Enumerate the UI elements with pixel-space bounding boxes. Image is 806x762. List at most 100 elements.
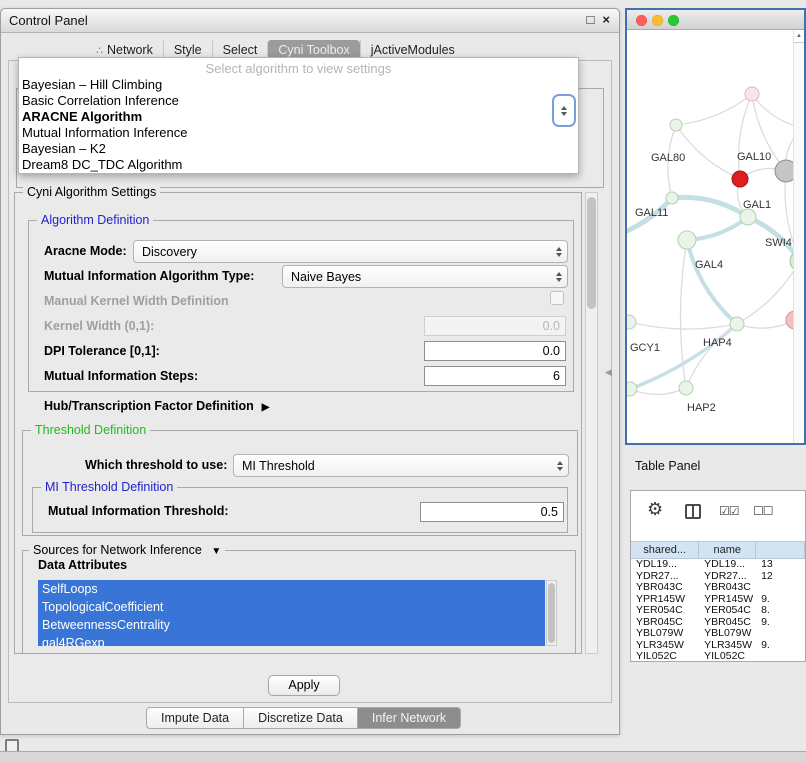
- which-threshold-select[interactable]: MI Threshold: [233, 454, 569, 477]
- network-node[interactable]: [730, 317, 744, 331]
- sources-expander[interactable]: Sources for Network Inference ▼: [29, 543, 225, 557]
- mi-steps-field[interactable]: 6: [424, 366, 566, 386]
- column-header[interactable]: name: [699, 542, 756, 558]
- gear-icon[interactable]: ⚙: [647, 499, 663, 520]
- network-node[interactable]: [679, 381, 693, 395]
- attribute-item[interactable]: TopologicalCoefficient: [38, 598, 545, 616]
- mi-type-label: Mutual Information Algorithm Type:: [44, 269, 254, 283]
- dpi-tolerance-label: DPI Tolerance [0,1]:: [44, 344, 160, 358]
- table-cell: YBR043C: [631, 582, 699, 594]
- network-node[interactable]: [740, 209, 756, 225]
- algorithm-option[interactable]: Mutual Information Inference: [19, 125, 578, 141]
- algorithm-option[interactable]: ARACNE Algorithm: [19, 109, 578, 125]
- mi-threshold-field[interactable]: 0.5: [420, 502, 564, 522]
- table-row[interactable]: YDL19...YDL19...13: [631, 559, 805, 571]
- network-canvas[interactable]: GAL80GAL10GAL11GAL1SWI4GAL4GCY1HAP4HAP2G…: [627, 30, 804, 443]
- algorithm-combo-button[interactable]: [552, 94, 576, 127]
- hub-definition-expander[interactable]: Hub/Transcription Factor Definition▶: [44, 399, 269, 413]
- close-window-icon[interactable]: ×: [602, 12, 610, 27]
- network-node[interactable]: [678, 231, 696, 249]
- combo-arrows-icon: [561, 106, 567, 110]
- table-row[interactable]: YLR345WYLR345W9.: [631, 640, 805, 652]
- network-edge[interactable]: [687, 240, 737, 324]
- network-node[interactable]: [670, 119, 682, 131]
- network-edge[interactable]: [630, 388, 686, 395]
- algorithm-option[interactable]: Bayesian – K2: [19, 141, 578, 157]
- network-edge[interactable]: [672, 197, 748, 217]
- algorithm-option[interactable]: Bayesian – Hill Climbing: [19, 77, 578, 93]
- deselect-all-columns-icon[interactable]: ☐☐: [753, 504, 773, 518]
- column-header[interactable]: shared...: [631, 542, 699, 558]
- attribute-item[interactable]: SelfLoops: [38, 580, 545, 598]
- close-traffic-light[interactable]: [636, 15, 647, 26]
- network-scrollbar[interactable]: ▲: [793, 30, 804, 443]
- table-body: YDL19...YDL19...13YDR27...YDR27...12YBR0…: [631, 559, 805, 661]
- manual-kernel-width-checkbox[interactable]: [550, 291, 564, 305]
- table-panel-title: Table Panel: [635, 459, 700, 473]
- attributes-scrollbar[interactable]: [546, 580, 557, 646]
- algorithm-option[interactable]: Dream8 DC_TDC Algorithm: [19, 157, 578, 173]
- bottom-tab-discretize-data[interactable]: Discretize Data: [244, 707, 358, 729]
- network-node[interactable]: [627, 315, 636, 329]
- dpi-tolerance-field[interactable]: 0.0: [424, 341, 566, 361]
- data-attributes-label: Data Attributes: [38, 558, 127, 572]
- network-node[interactable]: [666, 192, 678, 204]
- attribute-item[interactable]: gal4RGexp: [38, 634, 545, 646]
- network-graph[interactable]: GAL80GAL10GAL11GAL1SWI4GAL4GCY1HAP4HAP2G…: [627, 30, 804, 443]
- algorithm-option[interactable]: Basic Correlation Inference: [19, 93, 578, 109]
- bottom-tab-infer-network[interactable]: Infer Network: [358, 707, 461, 729]
- node-label: GAL11: [635, 207, 668, 219]
- data-attributes-list[interactable]: SelfLoopsTopologicalCoefficientBetweenne…: [38, 580, 545, 646]
- kernel-width-field[interactable]: 0.0: [424, 316, 566, 336]
- column-header[interactable]: [756, 542, 805, 558]
- select-all-columns-icon[interactable]: ☑☑: [719, 504, 739, 518]
- minimize-traffic-light[interactable]: [652, 15, 663, 26]
- table-cell: YBL079W: [631, 628, 699, 640]
- mi-algorithm-type-select[interactable]: Naive Bayes: [282, 265, 568, 288]
- columns-icon[interactable]: [685, 504, 701, 519]
- manual-kernel-width-label: Manual Kernel Width Definition: [44, 294, 229, 308]
- table-row[interactable]: YDR27...YDR27...12: [631, 571, 805, 583]
- table-row[interactable]: YIL052CYIL052C: [631, 651, 805, 662]
- table-cell: YDL19...: [699, 559, 756, 571]
- network-edge[interactable]: [630, 324, 737, 389]
- mi-threshold-label: Mutual Information Threshold:: [48, 504, 229, 518]
- node-label: HAP2: [687, 402, 716, 414]
- float-window-icon[interactable]: □: [587, 12, 595, 27]
- settings-scrollbar[interactable]: [585, 192, 598, 654]
- table-cell: YIL052C: [699, 651, 756, 662]
- network-node[interactable]: [745, 87, 759, 101]
- expand-right-icon: ▶: [262, 402, 270, 413]
- network-edge[interactable]: [739, 94, 752, 179]
- attribute-item[interactable]: BetweennessCentrality: [38, 616, 545, 634]
- scrollbar-thumb[interactable]: [548, 583, 555, 643]
- table-cell: YIL052C: [631, 651, 699, 662]
- table-row[interactable]: YBR043CYBR043C: [631, 582, 805, 594]
- network-window-titlebar[interactable]: [627, 10, 804, 30]
- bottom-tab-impute-data[interactable]: Impute Data: [146, 707, 244, 729]
- table-cell: 9.: [756, 617, 805, 629]
- table-cell: YBR045C: [631, 617, 699, 629]
- table-row[interactable]: YBR045CYBR045C9.: [631, 617, 805, 629]
- network-edge[interactable]: [687, 217, 748, 240]
- table-cell: YDR27...: [699, 571, 756, 583]
- network-edge[interactable]: [676, 125, 740, 179]
- network-node[interactable]: [627, 382, 637, 396]
- desktop: Control Panel □ × ∴NetworkStyleSelectCyn…: [0, 0, 806, 762]
- network-edge[interactable]: [629, 322, 737, 329]
- network-node[interactable]: [732, 171, 748, 187]
- zoom-traffic-light[interactable]: [668, 15, 679, 26]
- scroll-up-icon[interactable]: ▲: [794, 30, 804, 43]
- panel-collapse-icon[interactable]: ◀: [605, 367, 612, 378]
- table-row[interactable]: YBL079WYBL079W: [631, 628, 805, 640]
- combo-arrows-icon: [556, 241, 562, 262]
- table-cell: [756, 651, 805, 662]
- aracne-mode-select[interactable]: Discovery: [133, 240, 568, 263]
- apply-button[interactable]: Apply: [268, 675, 340, 696]
- table-row[interactable]: YPR145WYPR145W9.: [631, 594, 805, 606]
- network-edge[interactable]: [676, 94, 752, 125]
- mi-steps-label: Mutual Information Steps:: [44, 369, 198, 383]
- control-panel-titlebar[interactable]: Control Panel □ ×: [1, 9, 619, 33]
- table-row[interactable]: YER054CYER054C8.: [631, 605, 805, 617]
- scrollbar-thumb[interactable]: [587, 197, 596, 309]
